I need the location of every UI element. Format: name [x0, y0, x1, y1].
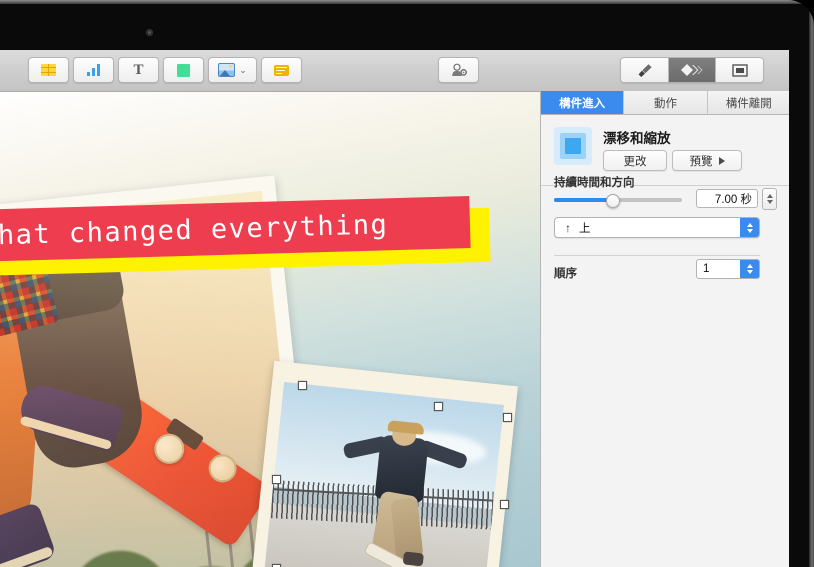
paintbrush-icon: [638, 63, 652, 77]
laptop-bezel: that changed everything T ⌄ 構件進入 動作 構件離開…: [0, 0, 814, 567]
selection-handle-top-right[interactable]: [503, 413, 512, 422]
bezel-right-highlight: [809, 0, 814, 567]
play-icon: [718, 156, 725, 165]
selection-handle-middle-right[interactable]: [500, 500, 509, 509]
photo2-shoe: [402, 551, 424, 567]
scale-effect-icon: [554, 127, 592, 165]
slide-canvas[interactable]: that changed everything: [0, 91, 540, 567]
order-value: 1: [703, 263, 710, 275]
title-banner-text: that changed everything: [0, 208, 389, 252]
collaborate-button[interactable]: [438, 57, 479, 83]
duration-label: 持續時間和方向: [554, 177, 635, 189]
table-icon: [41, 64, 56, 76]
inspector-tab-bar: 構件進入 動作 構件離開: [541, 91, 789, 115]
insert-shape-button[interactable]: [163, 57, 204, 83]
format-tab-button[interactable]: [621, 58, 669, 82]
popup-up-icon: [746, 222, 753, 227]
scale-effect-icon-outer: [560, 133, 586, 159]
insert-media-button[interactable]: ⌄: [208, 57, 257, 83]
order-stepper-down-icon: [746, 270, 753, 274]
preview-effect-button[interactable]: 預覽: [672, 150, 742, 171]
document-window-icon: [731, 63, 748, 77]
media-icon: [218, 63, 236, 77]
view-segmented-control[interactable]: [620, 57, 764, 83]
screen: that changed everything T ⌄ 構件進入 動作 構件離開…: [0, 50, 789, 567]
insert-table-button[interactable]: [28, 57, 69, 83]
insert-text-button[interactable]: T: [118, 57, 159, 83]
skater-photo-selected[interactable]: [251, 360, 518, 567]
change-effect-button[interactable]: 更改: [603, 150, 667, 171]
document-tab-button[interactable]: [716, 58, 763, 82]
tab-build-in[interactable]: 構件進入: [541, 91, 625, 114]
person-gear-icon: [451, 63, 467, 76]
toolbar: T ⌄: [0, 50, 789, 92]
order-stepper[interactable]: [740, 260, 759, 278]
selection-handle-top-left[interactable]: [298, 381, 307, 390]
webcam-icon: [146, 29, 153, 36]
insert-comment-button[interactable]: [261, 57, 302, 83]
chevron-down-icon: ⌄: [239, 64, 247, 75]
selection-handle-top-center[interactable]: [434, 402, 443, 411]
effect-name: 漂移和縮放: [603, 131, 671, 146]
order-label: 順序: [554, 268, 577, 280]
order-value-field[interactable]: 1: [696, 259, 760, 279]
text-icon: T: [133, 61, 144, 78]
inspector-divider: [554, 255, 760, 256]
direction-value: 上: [579, 222, 591, 235]
comment-icon: [274, 64, 289, 76]
order-stepper-up-icon: [746, 264, 753, 268]
animate-diamond-icon: [681, 64, 703, 76]
animate-tab-button[interactable]: [668, 58, 717, 82]
duration-stepper[interactable]: [762, 188, 777, 210]
skater-photo-image: [264, 381, 504, 567]
animate-inspector: 構件進入 動作 構件離開 漂移和縮放 更改 預覽 持續時間和方向 7.00 秒 …: [540, 91, 789, 567]
tab-action[interactable]: 動作: [624, 91, 708, 114]
tab-build-out[interactable]: 構件離開: [707, 91, 789, 114]
preview-effect-label: 預覽: [689, 155, 713, 168]
duration-value-field[interactable]: 7.00 秒: [696, 189, 758, 208]
direction-popup-button[interactable]: ↑ 上: [554, 217, 760, 238]
popup-down-icon: [746, 228, 753, 233]
shape-icon: [177, 63, 190, 77]
bezel-top-highlight: [0, 0, 814, 4]
duration-slider[interactable]: [554, 194, 682, 208]
direction-popup-arrows[interactable]: [740, 218, 759, 237]
stepper-down-icon[interactable]: [766, 200, 773, 204]
selection-handle-middle-left[interactable]: [272, 475, 281, 484]
insert-chart-button[interactable]: [73, 57, 114, 83]
chart-icon: [87, 64, 100, 76]
duration-slider-fill: [554, 198, 612, 202]
arrow-up-icon: ↑: [565, 220, 571, 235]
duration-slider-thumb[interactable]: [605, 194, 620, 208]
stepper-up-icon[interactable]: [766, 194, 773, 198]
scale-effect-icon-inner: [565, 138, 581, 154]
